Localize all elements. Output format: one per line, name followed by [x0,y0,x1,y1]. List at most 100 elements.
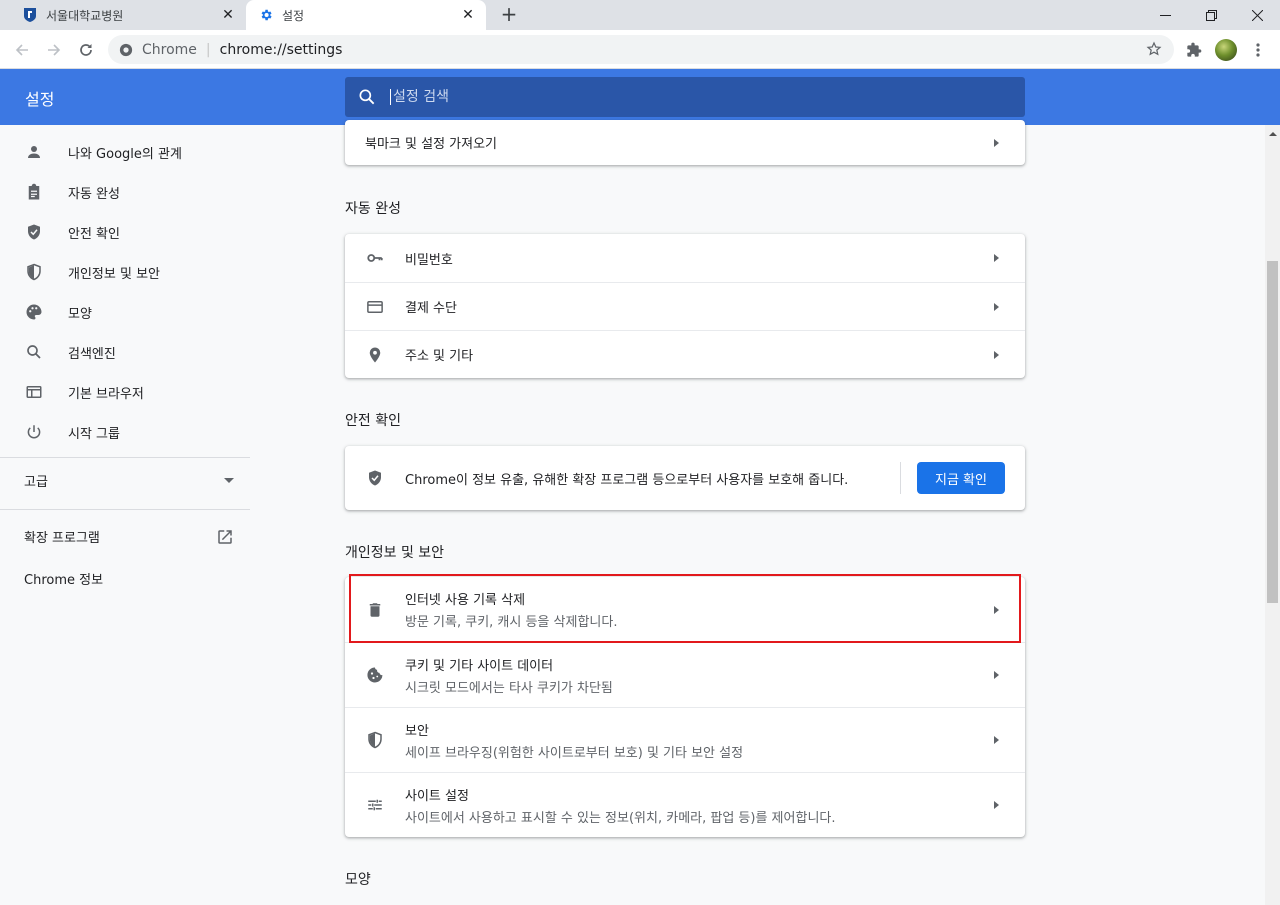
addresses-row[interactable]: 주소 및 기타 [345,330,1025,378]
url-text: chrome://settings [219,41,343,58]
sidebar-item-default-browser[interactable]: 기본 브라우저 [0,372,250,412]
scroll-up-arrow-icon[interactable] [1269,132,1277,136]
section-title-autofill: 자동 완성 [345,201,401,217]
bookmark-star-icon[interactable] [1146,41,1162,57]
tab-snuh[interactable]: 서울대학교병원 ✕ [0,0,246,30]
tab-title: 서울대학교병원 [46,8,124,23]
clear-browsing-data-row[interactable]: 인터넷 사용 기록 삭제 방문 기록, 쿠키, 캐시 등을 삭제합니다. [345,577,1025,642]
sidebar-item-privacy[interactable]: 개인정보 및 보안 [0,252,250,292]
row-sublabel: 방문 기록, 쿠키, 캐시 등을 삭제합니다. [405,615,618,630]
row-sublabel: 세이프 브라우징(위험한 사이트로부터 보호) 및 기타 보안 설정 [405,745,744,761]
row-label: 사이트 설정 [405,788,469,804]
location-pin-icon [365,345,385,365]
trash-icon [365,600,385,620]
extensions-puzzle-icon[interactable] [1182,38,1206,62]
sidebar-divider [0,457,250,458]
sidebar-item-appearance[interactable]: 모양 [0,292,250,332]
close-window-icon[interactable] [1234,0,1280,30]
autofill-card: 비밀번호 결제 수단 주소 및 기타 [345,234,1025,378]
sidebar-item-on-startup[interactable]: 시작 그룹 [0,412,250,452]
close-tab-icon[interactable]: ✕ [460,7,476,23]
reload-icon[interactable] [74,38,98,62]
sidebar-advanced[interactable]: 고급 [24,471,234,490]
sidebar-item-safety-check[interactable]: 안전 확인 [0,212,250,252]
palette-icon [24,302,44,322]
arrow-right-icon [994,302,999,311]
safety-check-row: Chrome이 정보 유출, 유해한 확장 프로그램 등으로부터 사용자를 보호… [345,446,1025,510]
extensions-label: 확장 프로그램 [24,531,100,546]
safety-check-text: Chrome이 정보 유출, 유해한 확장 프로그램 등으로부터 사용자를 보호… [405,472,849,488]
chrome-icon [119,43,133,56]
sidebar-item-you-and-google[interactable]: 나와 Google의 관계 [0,132,250,172]
clipboard-icon [24,182,44,202]
search-icon [24,342,44,362]
site-settings-row[interactable]: 사이트 설정 사이트에서 사용하고 표시할 수 있는 정보(위치, 카메라, 팝… [345,772,1025,837]
address-bar[interactable]: Chrome | chrome://settings [108,35,1174,64]
check-now-button[interactable]: 지금 확인 [917,462,1005,494]
browser-toolbar: Chrome | chrome://settings [0,30,1280,69]
row-sublabel: 시크릿 모드에서는 타사 쿠키가 차단됨 [405,680,613,696]
sidebar-item-autofill[interactable]: 자동 완성 [0,172,250,212]
settings-main: 북마크 및 설정 가져오기 자동 완성 비밀번호 결제 수단 주소 및 기타 안… [345,120,1025,905]
tab-title: 설정 [282,8,305,23]
back-arrow-icon[interactable] [10,38,34,62]
section-title-privacy: 개인정보 및 보안 [345,545,445,561]
power-icon [24,422,44,442]
sidebar-item-label: 개인정보 및 보안 [68,266,160,282]
sidebar-item-label: 시작 그룹 [68,426,120,442]
tab-settings[interactable]: 설정 ✕ [246,0,486,30]
arrow-right-icon [994,605,999,614]
safety-check-card: Chrome이 정보 유출, 유해한 확장 프로그램 등으로부터 사용자를 보호… [345,446,1025,510]
arrow-right-icon [994,671,999,679]
tune-icon [365,795,385,815]
cookie-icon [365,665,385,685]
row-label: 결제 수단 [405,301,457,316]
close-tab-icon[interactable]: ✕ [220,7,236,23]
shield-check-icon [365,468,385,488]
row-label: 인터넷 사용 기록 삭제 [405,593,526,608]
payment-methods-row[interactable]: 결제 수단 [345,282,1025,330]
sidebar-item-about-chrome[interactable]: Chrome 정보 [24,569,103,588]
vertical-divider [900,462,901,494]
gear-icon [258,7,274,23]
passwords-row[interactable]: 비밀번호 [345,234,1025,282]
search-icon [359,89,375,105]
import-bookmarks-row[interactable]: 북마크 및 설정 가져오기 [345,120,1025,165]
sidebar-item-label: 검색엔진 [68,346,116,362]
arrow-right-icon [994,736,999,744]
arrow-right-icon [994,254,999,262]
row-label: 북마크 및 설정 가져오기 [365,137,497,152]
security-row[interactable]: 보안 세이프 브라우징(위험한 사이트로부터 보호) 및 기타 보안 설정 [345,707,1025,772]
search-input[interactable] [390,89,990,105]
url-separator: | [205,41,211,58]
shield-check-icon [24,222,44,242]
settings-search[interactable] [345,77,1025,117]
profile-avatar[interactable] [1214,38,1238,62]
sidebar-item-label: 기본 브라우저 [68,386,144,402]
page-title: 설정 [25,90,55,109]
cookies-row[interactable]: 쿠키 및 기타 사이트 데이터 시크릿 모드에서는 타사 쿠키가 차단됨 [345,642,1025,707]
person-icon [24,142,44,162]
row-label: 비밀번호 [405,252,453,268]
import-card: 북마크 및 설정 가져오기 [345,120,1025,165]
open-in-new-icon [218,529,232,544]
snuh-favicon-icon [22,7,38,23]
sidebar-item-label: 안전 확인 [68,226,120,242]
tab-strip: 서울대학교병원 ✕ 설정 ✕ + [0,0,1280,30]
row-label: 쿠키 및 기타 사이트 데이터 [405,658,554,674]
about-label: Chrome 정보 [24,573,104,588]
shield-half-icon [24,262,44,282]
minimize-icon[interactable] [1142,0,1188,30]
page-scrollbar[interactable] [1265,125,1280,905]
new-tab-button[interactable]: + [498,4,520,26]
row-text: 쿠키 및 기타 사이트 데이터 시크릿 모드에서는 타사 쿠키가 차단됨 [405,655,613,696]
settings-header: 설정 [0,69,1280,125]
forward-arrow-icon[interactable] [42,38,66,62]
menu-dots-icon[interactable] [1246,38,1270,62]
row-sublabel: 사이트에서 사용하고 표시할 수 있는 정보(위치, 카메라, 팝업 등)를 제… [405,810,836,826]
key-icon [365,248,385,268]
scrollbar-thumb[interactable] [1267,261,1278,603]
sidebar-item-extensions[interactable]: 확장 프로그램 [24,527,234,546]
sidebar-item-search-engine[interactable]: 검색엔진 [0,332,250,372]
restore-icon[interactable] [1188,0,1234,30]
